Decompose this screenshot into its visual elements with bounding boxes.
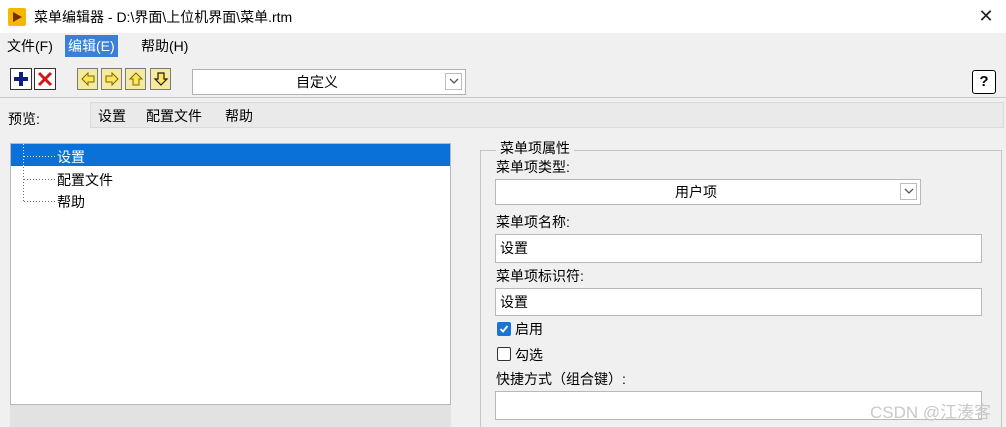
arrow-left-icon [81,71,95,87]
menu-file[interactable]: 文件(F) [4,35,56,57]
item-type-value: 用户项 [675,184,717,200]
add-item-button[interactable] [10,68,32,90]
menu-help[interactable]: 帮助(H) [138,35,191,57]
preview-label: 预览: [8,111,40,127]
chevron-down-icon [449,78,459,84]
arrow-right-icon [105,71,119,87]
arrow-up-icon [128,72,144,86]
preset-value: 自定义 [296,74,338,90]
preview-item-settings[interactable]: 设置 [98,106,126,126]
move-left-button[interactable] [77,68,98,90]
enabled-checkbox[interactable] [497,322,511,336]
chevron-down-icon [904,188,914,194]
checkmark-icon [499,325,509,333]
properties-title: 菜单项属性 [496,138,574,158]
shortcut-label: 快捷方式（组合键）: [496,371,626,387]
preset-select[interactable]: 自定义 [192,69,466,95]
item-name-label: 菜单项名称: [496,214,570,230]
watermark: CSDN @江湊客 [870,403,992,422]
move-down-button[interactable] [150,68,171,90]
preset-dropdown-button[interactable] [445,73,462,90]
delete-icon [37,71,53,87]
checked-label: 勾选 [515,347,543,363]
help-button[interactable]: ? [972,70,996,94]
move-right-button[interactable] [101,68,122,90]
menu-edit[interactable]: 编辑(E) [65,35,118,57]
item-name-input[interactable]: 设置 [495,234,982,263]
toolbar [0,59,1006,98]
item-id-input[interactable]: 设置 [495,288,982,316]
item-type-label: 菜单项类型: [496,159,570,175]
delete-item-button[interactable] [34,68,56,90]
close-button[interactable]: ✕ [972,4,1000,28]
preview-item-help[interactable]: 帮助 [225,106,253,126]
enabled-label: 启用 [515,321,543,337]
menu-bar: 文件(F) 编辑(E) 帮助(H) [0,33,1006,59]
tree-item-config[interactable]: 配置文件 [57,170,113,190]
item-id-label: 菜单项标识符: [496,268,584,284]
move-up-button[interactable] [125,68,146,90]
item-type-select[interactable]: 用户项 [495,179,921,205]
tree-item-help[interactable]: 帮助 [57,192,85,212]
tree-bottom-area [10,405,451,427]
preview-item-config[interactable]: 配置文件 [146,106,202,126]
app-icon [8,8,26,26]
plus-icon [14,72,28,86]
window-title: 菜单编辑器 - D:\界面\上位机界面\菜单.rtm [34,9,293,25]
item-type-dropdown-button[interactable] [900,183,917,200]
arrow-down-icon [153,72,169,86]
tree-item-settings[interactable]: 设置 [57,147,85,167]
preview-menu-bar: 设置 配置文件 帮助 [90,102,1004,128]
checked-checkbox[interactable] [497,347,511,361]
tree-connector-lines [23,144,56,202]
